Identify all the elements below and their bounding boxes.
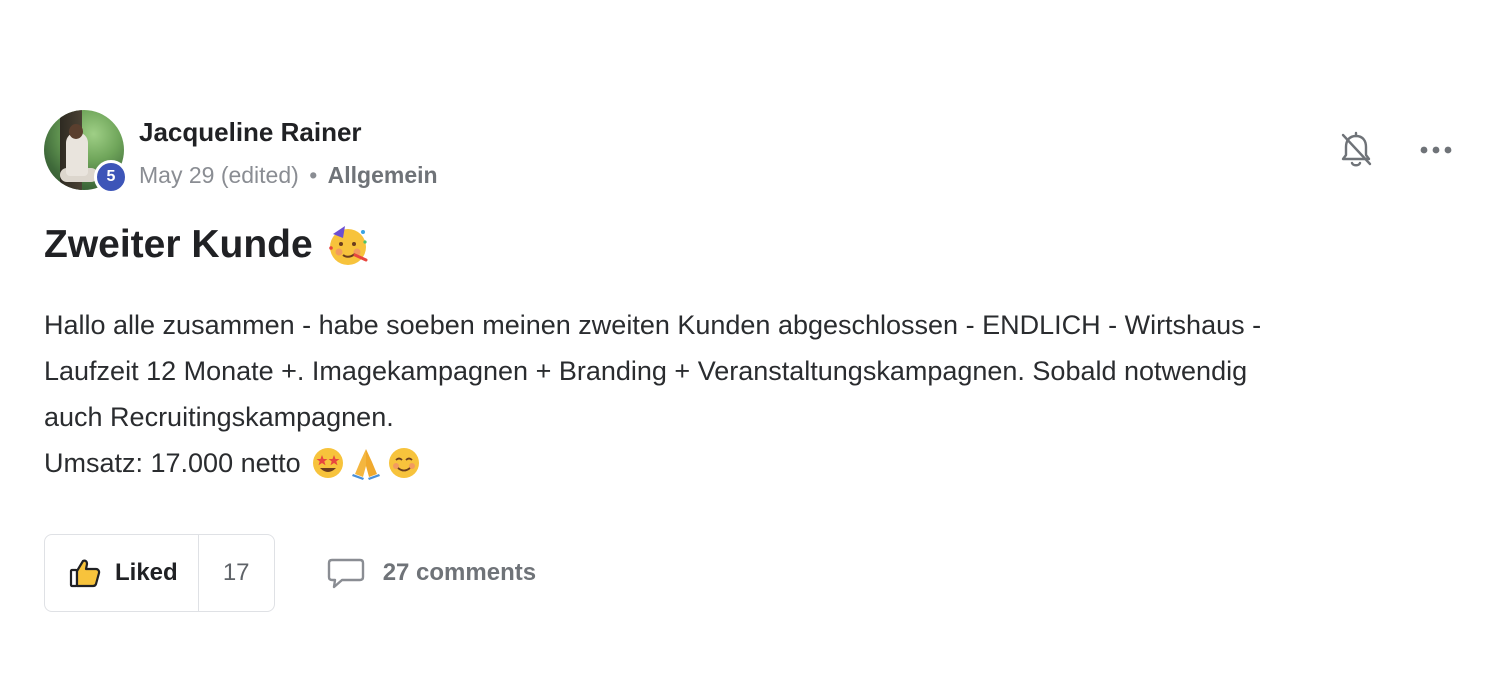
post-body-line: Hallo alle zusammen - habe soeben meinen… bbox=[44, 310, 1262, 340]
post-title: Zweiter Kunde bbox=[44, 220, 1456, 270]
more-horizontal-icon[interactable] bbox=[1416, 130, 1456, 170]
comments-button[interactable]: 27 comments bbox=[327, 557, 536, 589]
post-meta: May 29 (edited) • Allgemein bbox=[139, 162, 438, 189]
thumbs-up-icon bbox=[69, 559, 101, 588]
post-actions: Liked 17 27 comments bbox=[44, 534, 536, 612]
post-category[interactable]: Allgemein bbox=[328, 162, 438, 188]
star-struck-emoji bbox=[311, 446, 345, 480]
like-button[interactable]: Liked bbox=[45, 535, 198, 611]
smiling-face-emoji bbox=[387, 446, 421, 480]
post-header: 5 Jacqueline Rainer May 29 (edited) • Al… bbox=[44, 108, 1456, 198]
like-label: Liked bbox=[115, 559, 178, 586]
post-body: Hallo alle zusammen - habe soeben meinen… bbox=[44, 302, 1456, 486]
comment-icon bbox=[327, 558, 364, 589]
author-name[interactable]: Jacqueline Rainer bbox=[139, 117, 362, 148]
avatar-figure-head bbox=[69, 124, 83, 139]
meta-separator: • bbox=[309, 162, 318, 188]
folded-hands-emoji bbox=[349, 446, 383, 480]
like-count[interactable]: 17 bbox=[197, 535, 274, 611]
post-body-revenue-line: Umsatz: 17.000 netto bbox=[44, 440, 1456, 486]
post-title-text: Zweiter Kunde bbox=[44, 223, 313, 266]
post-body-line: auch Recruitingskampagnen. bbox=[44, 402, 394, 432]
like-group: Liked 17 bbox=[44, 534, 275, 612]
post-date[interactable]: May 29 (edited) bbox=[139, 162, 299, 188]
level-badge: 5 bbox=[94, 160, 128, 194]
post-card: 5 Jacqueline Rainer May 29 (edited) • Al… bbox=[44, 108, 1456, 612]
bell-off-icon[interactable] bbox=[1336, 130, 1376, 170]
post-body-line: Laufzeit 12 Monate +. Imagekampagnen + B… bbox=[44, 356, 1248, 386]
comments-label: 27 comments bbox=[382, 559, 537, 586]
partying-face-emoji bbox=[325, 222, 371, 268]
header-actions bbox=[1336, 130, 1456, 170]
revenue-text: Umsatz: 17.000 netto bbox=[44, 448, 301, 478]
